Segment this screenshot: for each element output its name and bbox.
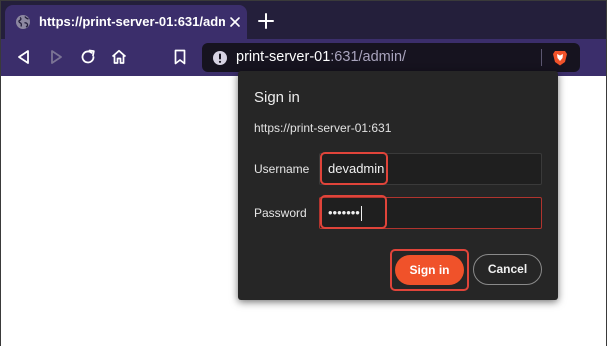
browser-window: https://print-server-01:631/admin/ print… <box>0 0 607 346</box>
tab-strip: https://print-server-01:631/admin/ <box>1 1 606 39</box>
tab-title: https://print-server-01:631/admin/ <box>39 14 225 29</box>
password-value: ••••••• <box>328 205 360 220</box>
cancel-button[interactable]: Cancel <box>473 254 542 285</box>
back-icon[interactable] <box>14 47 34 67</box>
password-label: Password <box>254 206 307 220</box>
reload-icon[interactable] <box>78 47 98 67</box>
url-text[interactable]: print-server-01:631/admin/ <box>236 49 406 66</box>
url-divider <box>541 49 542 66</box>
address-bar[interactable]: print-server-01:631/admin/ <box>202 43 580 72</box>
brave-shields-icon[interactable] <box>552 49 568 66</box>
home-icon[interactable] <box>109 47 129 67</box>
tab-active[interactable]: https://print-server-01:631/admin/ <box>5 5 247 39</box>
globe-icon <box>16 15 30 29</box>
sign-in-dialog: Sign in https://print-server-01:631 User… <box>238 71 558 300</box>
username-field[interactable]: devadmin <box>319 153 542 185</box>
sign-in-button[interactable]: Sign in <box>395 255 464 285</box>
bookmark-icon[interactable] <box>170 47 190 67</box>
new-tab-icon[interactable] <box>257 12 275 30</box>
forward-icon <box>51 50 62 64</box>
url-path: :631/admin/ <box>330 49 407 65</box>
dialog-origin: https://print-server-01:631 <box>254 121 392 135</box>
dialog-title: Sign in <box>254 89 300 106</box>
password-field[interactable]: ••••••• <box>319 197 542 229</box>
username-label: Username <box>254 162 310 176</box>
site-info-icon[interactable] <box>212 50 228 66</box>
username-value: devadmin <box>328 161 385 176</box>
url-host: print-server-01 <box>236 49 331 65</box>
text-caret <box>360 206 362 222</box>
close-icon[interactable] <box>227 14 243 30</box>
